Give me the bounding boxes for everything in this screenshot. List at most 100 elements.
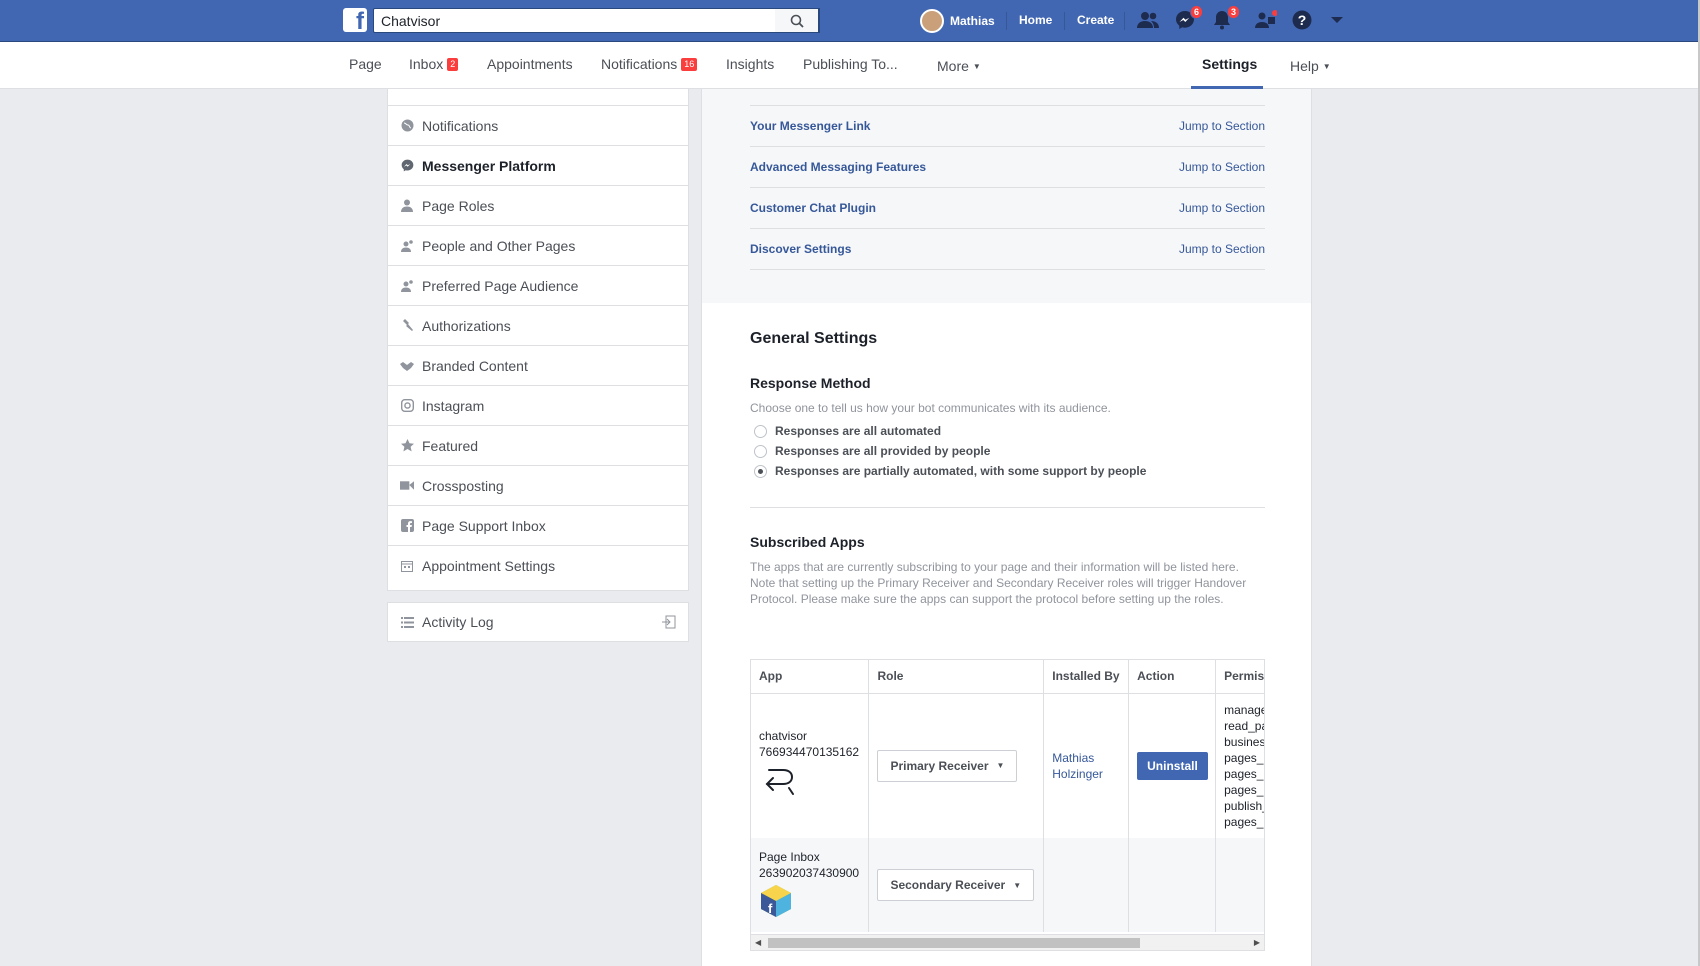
sidebar-item-label: Page Support Inbox [422, 517, 546, 534]
nav-divider [1124, 12, 1125, 30]
installed-by-cell: Mathias Holzinger [1043, 693, 1130, 838]
video-icon [400, 479, 414, 493]
column-header-role: Role [868, 660, 1045, 694]
page-requests-icon[interactable] [1254, 9, 1278, 31]
tab-appointments-label: Appointments [487, 56, 573, 72]
open-external-icon [662, 615, 676, 632]
facebook-logo-icon[interactable]: f [343, 8, 367, 34]
permission-item: pages_r [1224, 750, 1265, 765]
subscribed-apps-table[interactable]: App Role Installed By Action Permiss cha… [750, 659, 1265, 935]
table-header-row: App Role Installed By Action Permiss [751, 660, 1264, 694]
role-dropdown[interactable]: Secondary Receiver ▼ [877, 869, 1035, 901]
table-horizontal-scrollbar[interactable]: ◀ ▶ [750, 935, 1265, 951]
search-icon [790, 14, 804, 28]
tab-page[interactable]: Page [349, 56, 382, 72]
tab-help[interactable]: Help ▼ [1290, 58, 1331, 74]
tab-notifications[interactable]: Notifications 16 [601, 56, 698, 72]
scroll-left-arrow-icon[interactable]: ◀ [755, 938, 761, 947]
section-name[interactable]: Customer Chat Plugin [750, 201, 876, 215]
section-name[interactable]: Discover Settings [750, 242, 851, 256]
messenger-icon[interactable]: 6 [1173, 5, 1203, 31]
handshake-icon [400, 359, 414, 373]
profile-link[interactable]: Mathias [920, 9, 995, 33]
top-navigation-bar: f Mathias Home Create 6 3 ? [0, 0, 1700, 42]
tab-help-label: Help [1290, 58, 1319, 74]
sidebar-item-authorizations[interactable]: Authorizations [388, 305, 688, 345]
permission-item: read_pa [1224, 718, 1265, 733]
globe-icon [400, 119, 414, 133]
search-button[interactable] [775, 8, 819, 33]
notifications-bell-icon[interactable]: 3 [1210, 5, 1240, 31]
role-value: Secondary Receiver [890, 878, 1006, 892]
subscribed-apps-description: The apps that are currently subscribing … [750, 560, 1247, 606]
sidebar-item-page-support-inbox[interactable]: Page Support Inbox [388, 505, 688, 545]
role-dropdown[interactable]: Primary Receiver ▼ [877, 749, 1018, 782]
sidebar-item-branded-content[interactable]: Branded Content [388, 345, 688, 385]
subscribed-apps-title: Subscribed Apps [750, 534, 865, 550]
column-header-app: App [751, 660, 870, 694]
tab-appointments[interactable]: Appointments [487, 56, 573, 72]
installed-by-link[interactable]: Mathias Holzinger [1052, 750, 1128, 782]
section-row: Discover Settings Jump to Section [750, 229, 1265, 270]
sidebar-item-appointment-settings[interactable]: Appointment Settings [388, 545, 688, 585]
permissions-cell: manage read_pa busines pages_r pages_r p… [1215, 693, 1265, 838]
response-method-title: Response Method [750, 375, 871, 391]
sidebar-item-featured[interactable]: Featured [388, 425, 688, 465]
role-cell: Primary Receiver ▼ [868, 693, 1045, 838]
messenger-badge: 6 [1189, 5, 1203, 19]
search-input[interactable] [374, 9, 764, 32]
sidebar-item-label: Featured [422, 437, 479, 454]
sidebar-item-label: Authorizations [422, 317, 511, 334]
response-option-partially-automated[interactable]: Responses are partially automated, with … [754, 464, 1146, 478]
instagram-icon [400, 399, 414, 413]
star-icon [400, 439, 414, 453]
tab-inbox[interactable]: Inbox 2 [409, 56, 459, 72]
section-name[interactable]: Advanced Messaging Features [750, 160, 926, 174]
activity-log-label: Activity Log [422, 614, 494, 630]
radio-button[interactable] [754, 424, 767, 438]
create-link[interactable]: Create [1077, 13, 1114, 27]
activity-log-link[interactable]: Activity Log [387, 602, 689, 642]
notifications-badge: 3 [1226, 5, 1240, 19]
permission-item: pages_r [1224, 766, 1265, 781]
permission-item: manage [1224, 702, 1265, 717]
uninstall-button[interactable]: Uninstall [1137, 751, 1208, 780]
sidebar-item-preferred-page-audience[interactable]: Preferred Page Audience [388, 265, 688, 305]
installed-by-cell [1043, 838, 1130, 932]
app-id: 766934470135162 [759, 745, 860, 760]
search-box [373, 8, 820, 33]
radio-button-selected[interactable] [754, 464, 767, 478]
sidebar-item-messenger-platform[interactable]: Messenger Platform [388, 145, 688, 185]
friend-requests-icon[interactable] [1136, 9, 1160, 31]
tab-notifications-label: Notifications [601, 56, 678, 72]
scroll-right-arrow-icon[interactable]: ▶ [1254, 938, 1260, 947]
sidebar-item-page-roles[interactable]: Page Roles [388, 185, 688, 225]
column-header-installed-by: Installed By [1043, 660, 1130, 694]
section-name[interactable]: Your Messenger Link [750, 119, 870, 133]
inbox-badge: 2 [447, 57, 459, 71]
jump-to-section-link[interactable]: Jump to Section [1179, 160, 1265, 174]
sidebar-item-instagram[interactable]: Instagram [388, 385, 688, 425]
sidebar-item-crossposting[interactable]: Crossposting [388, 465, 688, 505]
svg-text:?: ? [1298, 12, 1307, 28]
scrollbar-thumb[interactable] [768, 938, 1140, 948]
sidebar-item-label: Preferred Page Audience [422, 277, 579, 294]
caret-down-icon: ▼ [996, 761, 1005, 771]
sidebar-item-label: Notifications [422, 117, 499, 134]
sidebar-item-label: Page Roles [422, 197, 495, 214]
sidebar-item-people-and-other-pages[interactable]: People and Other Pages [388, 225, 688, 265]
help-icon[interactable]: ? [1290, 9, 1314, 31]
sidebar-item-notifications[interactable]: Notifications [388, 105, 688, 145]
app-id: 263902037430900 [759, 865, 860, 880]
caret-down-icon: ▼ [1322, 61, 1331, 71]
response-option-automated[interactable]: Responses are all automated [754, 424, 941, 438]
home-link[interactable]: Home [1019, 13, 1052, 27]
radio-button[interactable] [754, 444, 767, 458]
settings-sidebar: Notifications Messenger Platform Page Ro… [387, 89, 689, 591]
jump-to-section-link[interactable]: Jump to Section [1179, 201, 1265, 215]
jump-to-section-link[interactable]: Jump to Section [1179, 242, 1265, 256]
account-menu-chevron-down-icon[interactable] [1325, 9, 1349, 31]
jump-to-section-link[interactable]: Jump to Section [1179, 119, 1265, 133]
nav-divider [1006, 12, 1007, 30]
response-option-people[interactable]: Responses are all provided by people [754, 444, 990, 458]
